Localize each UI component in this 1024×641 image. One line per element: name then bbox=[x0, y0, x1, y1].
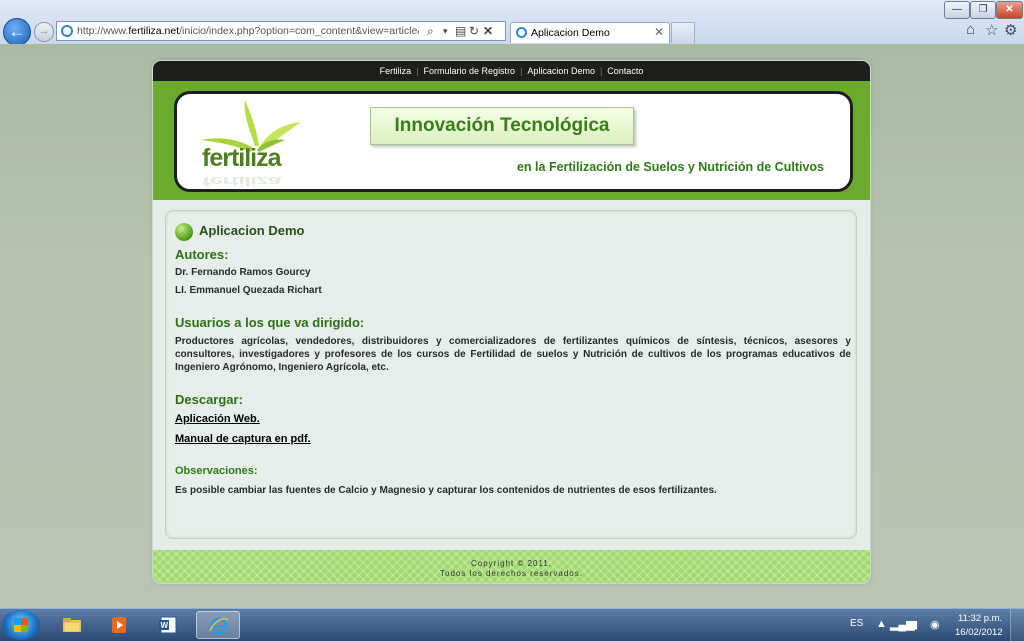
observations-text: Es posible cambiar las fuentes de Calcio… bbox=[175, 485, 717, 496]
taskbar-file-explorer[interactable] bbox=[50, 611, 94, 639]
svg-text:W: W bbox=[161, 621, 169, 630]
dropdown-icon[interactable]: ▾ bbox=[443, 26, 448, 37]
nav-aplicacion-demo[interactable]: Aplicacion Demo bbox=[522, 66, 600, 76]
tab-aplicacion-demo[interactable]: Aplicacion Demo ✕ bbox=[510, 22, 670, 43]
new-tab-button[interactable] bbox=[671, 22, 695, 43]
close-window-button[interactable]: ✕ bbox=[996, 1, 1023, 19]
clock-time[interactable]: 11:32 p.m. bbox=[958, 613, 1002, 624]
audience-heading: Usuarios a los que va dirigido: bbox=[175, 315, 365, 330]
header-banner: fertiliza fertiliza Innovación Tecnológi… bbox=[153, 81, 870, 200]
ie-page-icon bbox=[61, 25, 73, 37]
tools-gear-icon[interactable]: ⚙ bbox=[1004, 21, 1017, 39]
show-desktop-button[interactable] bbox=[1010, 609, 1024, 641]
start-button[interactable] bbox=[2, 610, 40, 640]
author-2: LI. Emmanuel Quezada Richart bbox=[175, 285, 322, 296]
nav-fertiliza[interactable]: Fertiliza bbox=[375, 66, 417, 76]
power-icon[interactable]: ▮ bbox=[912, 618, 918, 631]
download-manual-pdf-link[interactable]: Manual de captura en pdf. bbox=[175, 433, 311, 445]
minimize-button[interactable]: — bbox=[944, 1, 970, 19]
compatibility-icon[interactable]: ▤ bbox=[455, 24, 466, 38]
refresh-icon[interactable]: ↻ bbox=[469, 24, 479, 38]
copyright-line: Copyright © 2011. bbox=[470, 559, 552, 568]
close-tab-icon[interactable]: ✕ bbox=[654, 25, 664, 39]
download-web-app-link[interactable]: Aplicación Web. bbox=[175, 413, 260, 425]
download-heading: Descargar: bbox=[175, 392, 243, 407]
rights-line: Todos los derechos reservados. bbox=[440, 569, 583, 578]
nav-formulario-registro[interactable]: Formulario de Registro bbox=[419, 66, 521, 76]
author-1: Dr. Fernando Ramos Gourcy bbox=[175, 267, 311, 278]
network-signal-icon[interactable]: ▂▄▆ bbox=[890, 618, 915, 631]
site-container: Fertiliza | Formulario de Registro | Aplicac… bbox=[153, 61, 870, 583]
taskbar-internet-explorer[interactable] bbox=[196, 611, 240, 639]
page-viewport: Fertiliza | Formulario de Registro | Aplicac… bbox=[0, 44, 1024, 608]
clock-date[interactable]: 16/02/2012 bbox=[955, 627, 1003, 638]
logo-reflection: fertiliza bbox=[202, 173, 281, 188]
taskbar: W ES ▲ ▂▄▆ ▮ ◉ 11:32 p.m. 16/02/2012 bbox=[0, 608, 1024, 641]
security-icon[interactable]: ◉ bbox=[930, 618, 940, 631]
favorites-icon[interactable]: ☆ bbox=[985, 21, 998, 39]
forward-arrow-icon[interactable]: → bbox=[34, 22, 54, 42]
banner-panel: fertiliza fertiliza Innovación Tecnológi… bbox=[174, 91, 853, 192]
ie-tab-icon bbox=[516, 27, 527, 38]
windows-logo-icon bbox=[14, 618, 28, 632]
maximize-button[interactable]: ❐ bbox=[970, 1, 996, 19]
language-indicator[interactable]: ES bbox=[850, 618, 863, 629]
top-navigation: Fertiliza | Formulario de Registro | Aplicac… bbox=[153, 61, 870, 81]
site-subheadline: en la Fertilización de Suelos y Nutrició… bbox=[516, 160, 824, 174]
show-hidden-icons-icon[interactable]: ▲ bbox=[876, 618, 887, 630]
media-player-icon bbox=[112, 617, 126, 633]
internet-explorer-icon bbox=[209, 617, 229, 635]
article-title: Aplicacion Demo bbox=[199, 223, 305, 238]
authors-heading: Autores: bbox=[175, 247, 229, 262]
back-arrow-icon[interactable]: ← bbox=[3, 18, 31, 46]
observations-heading: Observaciones: bbox=[175, 465, 258, 477]
url-prefix: http://www. bbox=[77, 25, 129, 37]
nav-contacto[interactable]: Contacto bbox=[602, 66, 648, 76]
url-domain: fertiliza.net bbox=[128, 25, 180, 37]
search-icon[interactable]: ⌕ bbox=[427, 24, 434, 39]
address-url[interactable]: http://www.fertiliza.net/inicio/index.ph… bbox=[77, 25, 419, 37]
home-icon[interactable]: ⌂ bbox=[966, 21, 975, 38]
headline-box: Innovación Tecnológica bbox=[370, 107, 634, 145]
green-bullet-icon bbox=[175, 223, 193, 241]
browser-chrome: — ❐ ✕ ← → http://www.fertiliza.net/inici… bbox=[0, 0, 1024, 46]
tab-title: Aplicacion Demo bbox=[531, 27, 610, 39]
taskbar-media-player[interactable] bbox=[98, 611, 142, 639]
site-headline: Innovación Tecnológica bbox=[394, 115, 610, 136]
url-path: /inicio/index.php?option=com_content&vie… bbox=[179, 25, 419, 37]
article-content: Aplicacion Demo Autores: Dr. Fernando Ra… bbox=[165, 210, 857, 539]
word-icon: W bbox=[159, 616, 177, 634]
folder-icon bbox=[63, 618, 81, 632]
taskbar-word[interactable]: W bbox=[146, 611, 190, 639]
stop-icon[interactable]: ✕ bbox=[483, 24, 493, 38]
site-footer: Copyright © 2011. Todos los derechos res… bbox=[153, 550, 870, 583]
address-bar[interactable]: http://www.fertiliza.net/inicio/index.ph… bbox=[56, 21, 506, 41]
logo-text: fertiliza bbox=[202, 144, 282, 172]
audience-text: Productores agrícolas, vendedores, distr… bbox=[175, 336, 851, 373]
